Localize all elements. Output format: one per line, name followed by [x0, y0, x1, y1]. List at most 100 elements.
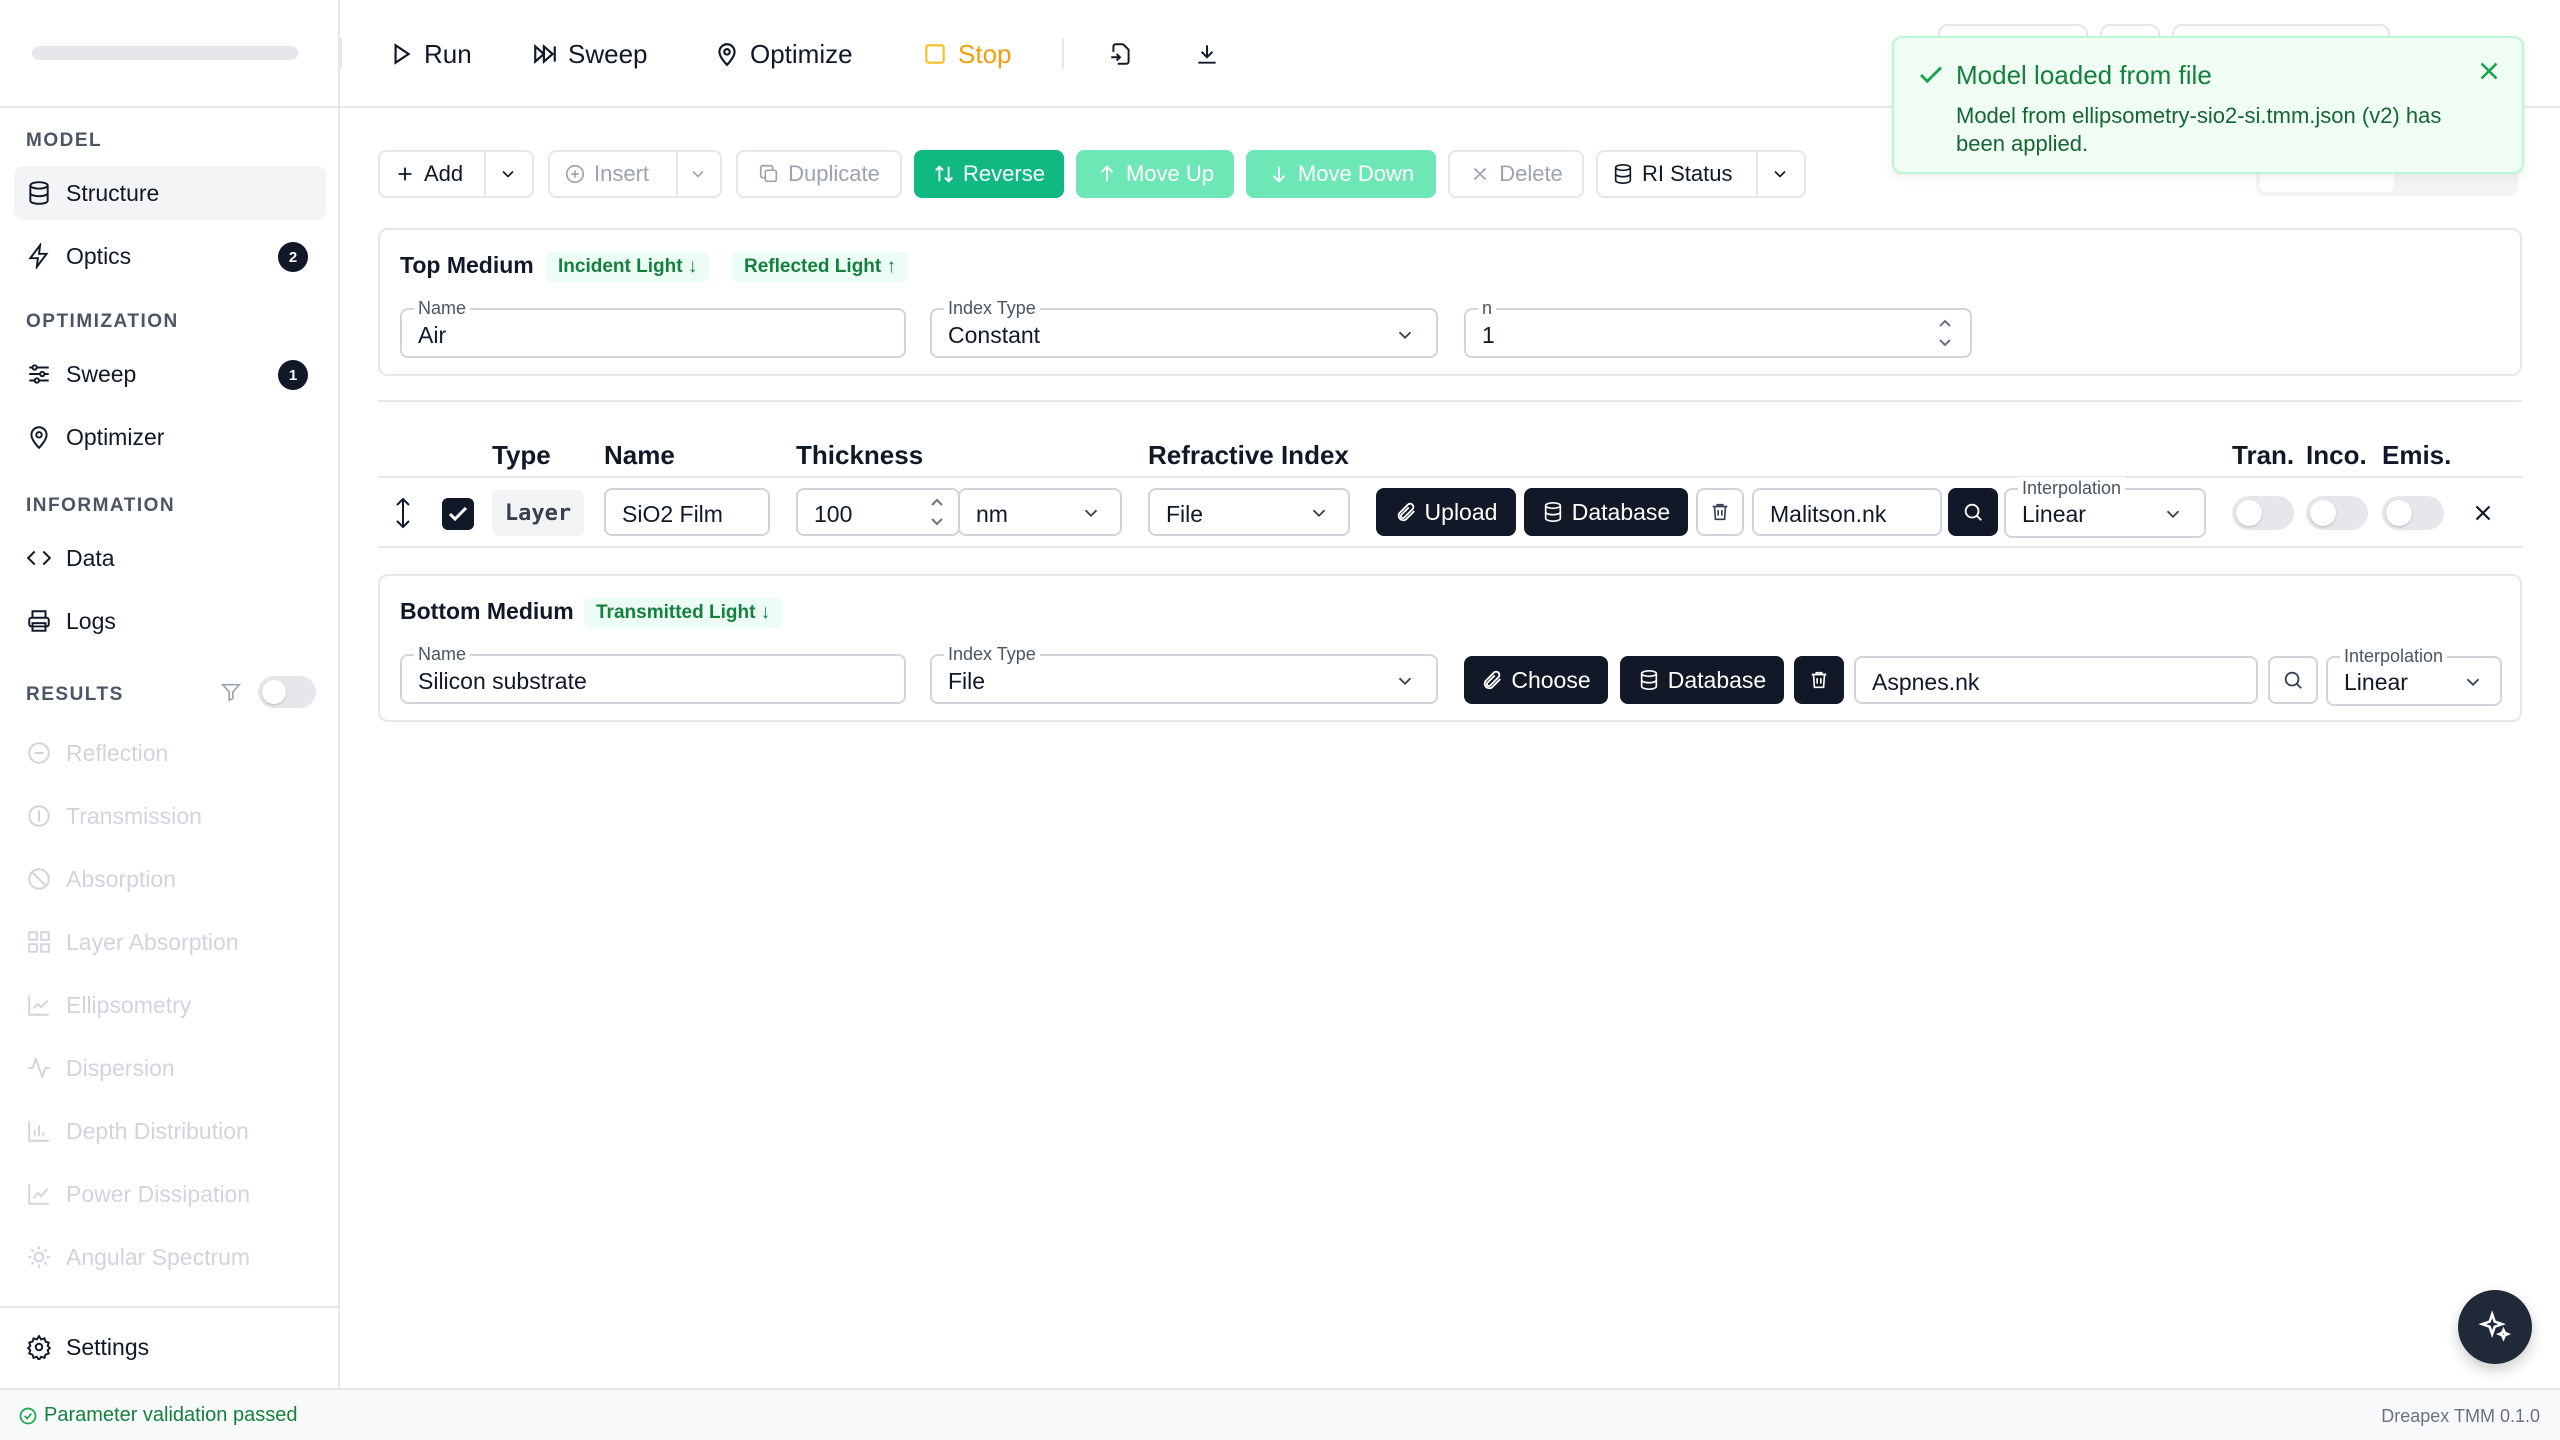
- add-button[interactable]: Add: [378, 150, 534, 198]
- bottom-medium-name-field[interactable]: Name Silicon substrate: [400, 643, 906, 704]
- ri-source-select[interactable]: File: [1148, 488, 1350, 536]
- trash-icon: [1811, 671, 1827, 689]
- chevron-down-icon[interactable]: [498, 164, 518, 184]
- sidebar-item-label: Layer Absorption: [66, 928, 239, 955]
- sidebar-item-label: Structure: [66, 179, 160, 206]
- field-value: Air: [418, 322, 447, 348]
- bottom-search-file-button[interactable]: [2268, 656, 2318, 704]
- reflected-light-tag: Reflected Light ↑: [732, 252, 909, 282]
- search-file-button[interactable]: [1948, 488, 1998, 536]
- column-header-emis: Emis.: [2382, 440, 2452, 470]
- insert-button[interactable]: Insert: [548, 150, 722, 198]
- zap-icon: [28, 243, 49, 269]
- chevron-down-icon: [1312, 509, 1326, 518]
- download-button[interactable]: [1194, 30, 1230, 78]
- ri-source-value: File: [1166, 501, 1204, 527]
- bottom-clear-file-button[interactable]: [1794, 656, 1844, 704]
- ai-assistant-button[interactable]: [2458, 1290, 2532, 1364]
- sidebar-item-depth-distribution[interactable]: Depth Distribution: [14, 1104, 326, 1158]
- choose-file-button[interactable]: Choose: [1464, 656, 1608, 704]
- clear-file-button[interactable]: [1696, 488, 1744, 536]
- sidebar-item-layer-absorption[interactable]: Layer Absorption: [14, 915, 326, 969]
- sidebar-item-label: Optics: [66, 242, 132, 269]
- reverse-button[interactable]: Reverse: [914, 150, 1064, 198]
- close-icon[interactable]: [2474, 56, 2504, 86]
- layer-name-input[interactable]: SiO2 Film: [604, 488, 770, 536]
- ban-icon: [28, 868, 50, 890]
- count-badge: 2: [278, 242, 308, 272]
- move-down-button[interactable]: Move Down: [1246, 150, 1436, 198]
- upload-button[interactable]: Upload: [1376, 488, 1516, 536]
- database-icon: [29, 181, 49, 205]
- reverse-label: Reverse: [963, 161, 1045, 186]
- sidebar-item-ellipsometry[interactable]: Ellipsometry: [14, 978, 326, 1032]
- copy-icon: [760, 164, 778, 183]
- thickness-unit-select[interactable]: nm: [958, 488, 1122, 536]
- check-circle-icon: [19, 1407, 37, 1424]
- emission-toggle[interactable]: [2382, 496, 2444, 530]
- thickness-input[interactable]: 100: [796, 488, 960, 536]
- import-button[interactable]: [1108, 30, 1144, 78]
- bottom-medium-index-type-select[interactable]: Index Type File: [930, 643, 1438, 704]
- optimize-button[interactable]: Optimize: [714, 30, 853, 78]
- delete-button[interactable]: Delete: [1448, 150, 1584, 198]
- sidebar-item-absorption[interactable]: Absorption: [14, 852, 326, 906]
- sidebar-item-optics[interactable]: Optics 2: [14, 229, 326, 283]
- stepper-icon[interactable]: [1936, 316, 1954, 350]
- upload-label: Upload: [1424, 498, 1498, 525]
- drag-handle-icon[interactable]: [390, 496, 416, 530]
- duplicate-button[interactable]: Duplicate: [736, 150, 902, 198]
- status-bar: Parameter validation passed Dreapex TMM …: [0, 1388, 2560, 1440]
- move-up-button[interactable]: Move Up: [1076, 150, 1234, 198]
- top-medium-n-input[interactable]: n 1: [1464, 297, 1972, 358]
- filter-icon[interactable]: [220, 681, 242, 703]
- add-label: Add: [424, 161, 464, 186]
- row-checkbox[interactable]: [442, 498, 474, 530]
- sidebar-item-sweep[interactable]: Sweep 1: [14, 347, 326, 401]
- bottom-ri-file-input[interactable]: Aspnes.nk: [1854, 656, 2258, 704]
- chevron-down-icon[interactable]: [1770, 164, 1790, 184]
- field-label: Interpolation: [2340, 645, 2448, 667]
- sidebar-item-label: Depth Distribution: [66, 1117, 249, 1144]
- chevron-down-icon[interactable]: [688, 164, 708, 184]
- field-label: Index Type: [944, 643, 1040, 665]
- sidebar-item-label: Optimizer: [66, 423, 165, 450]
- sidebar-item-settings[interactable]: Settings: [14, 1320, 326, 1374]
- database-icon: [1614, 164, 1632, 184]
- stop-button[interactable]: Stop: [922, 30, 1012, 78]
- run-button[interactable]: Run: [388, 30, 472, 78]
- brand-placeholder: [32, 46, 298, 60]
- sidebar-item-optimizer[interactable]: Optimizer: [14, 410, 326, 464]
- database-button[interactable]: Database: [1524, 488, 1688, 536]
- sidebar-item-data[interactable]: Data: [14, 531, 326, 585]
- results-filter-toggle[interactable]: [258, 676, 316, 708]
- sidebar-item-transmission[interactable]: Transmission: [14, 789, 326, 843]
- field-label: Interpolation: [2018, 477, 2126, 499]
- sidebar-item-angular-spectrum[interactable]: Angular Spectrum: [14, 1230, 326, 1284]
- sidebar-item-structure[interactable]: Structure: [14, 166, 326, 220]
- transmission-toggle[interactable]: [2232, 496, 2294, 530]
- bottom-interpolation-select[interactable]: Interpolation Linear: [2326, 645, 2502, 706]
- field-label: Name: [414, 643, 471, 665]
- top-medium-index-type-select[interactable]: Index Type Constant: [930, 297, 1438, 358]
- ri-status-button[interactable]: RI Status: [1596, 150, 1806, 198]
- remove-row-icon[interactable]: [2470, 500, 2496, 526]
- sidebar-item-dispersion[interactable]: Dispersion: [14, 1041, 326, 1095]
- top-medium-name-field[interactable]: Name Air: [400, 297, 906, 358]
- interpolation-select[interactable]: Interpolation Linear: [2004, 477, 2206, 538]
- sweep-button[interactable]: Sweep: [532, 30, 648, 78]
- incoherent-toggle[interactable]: [2306, 496, 2368, 530]
- incident-light-tag: Incident Light ↓: [546, 252, 710, 282]
- toast-body: Model from ellipsometry-sio2-si.tmm.json…: [1956, 103, 2442, 156]
- stepper-icon[interactable]: [928, 495, 946, 529]
- sidebar-item-label: Power Dissipation: [66, 1180, 251, 1207]
- sidebar-item-label: Dispersion: [66, 1054, 175, 1081]
- sidebar-item-logs[interactable]: Logs: [14, 594, 326, 648]
- bottom-database-button[interactable]: Database: [1620, 656, 1784, 704]
- sidebar-item-power-dissipation[interactable]: Power Dissipation: [14, 1167, 326, 1221]
- sidebar: MODEL Structure Optics 2 OPTIMIZATION Sw…: [0, 0, 340, 1388]
- thickness-value: 100: [814, 501, 853, 527]
- ri-file-input[interactable]: Malitson.nk: [1752, 488, 1942, 536]
- sidebar-item-reflection[interactable]: Reflection: [14, 726, 326, 780]
- divider: [378, 400, 2522, 402]
